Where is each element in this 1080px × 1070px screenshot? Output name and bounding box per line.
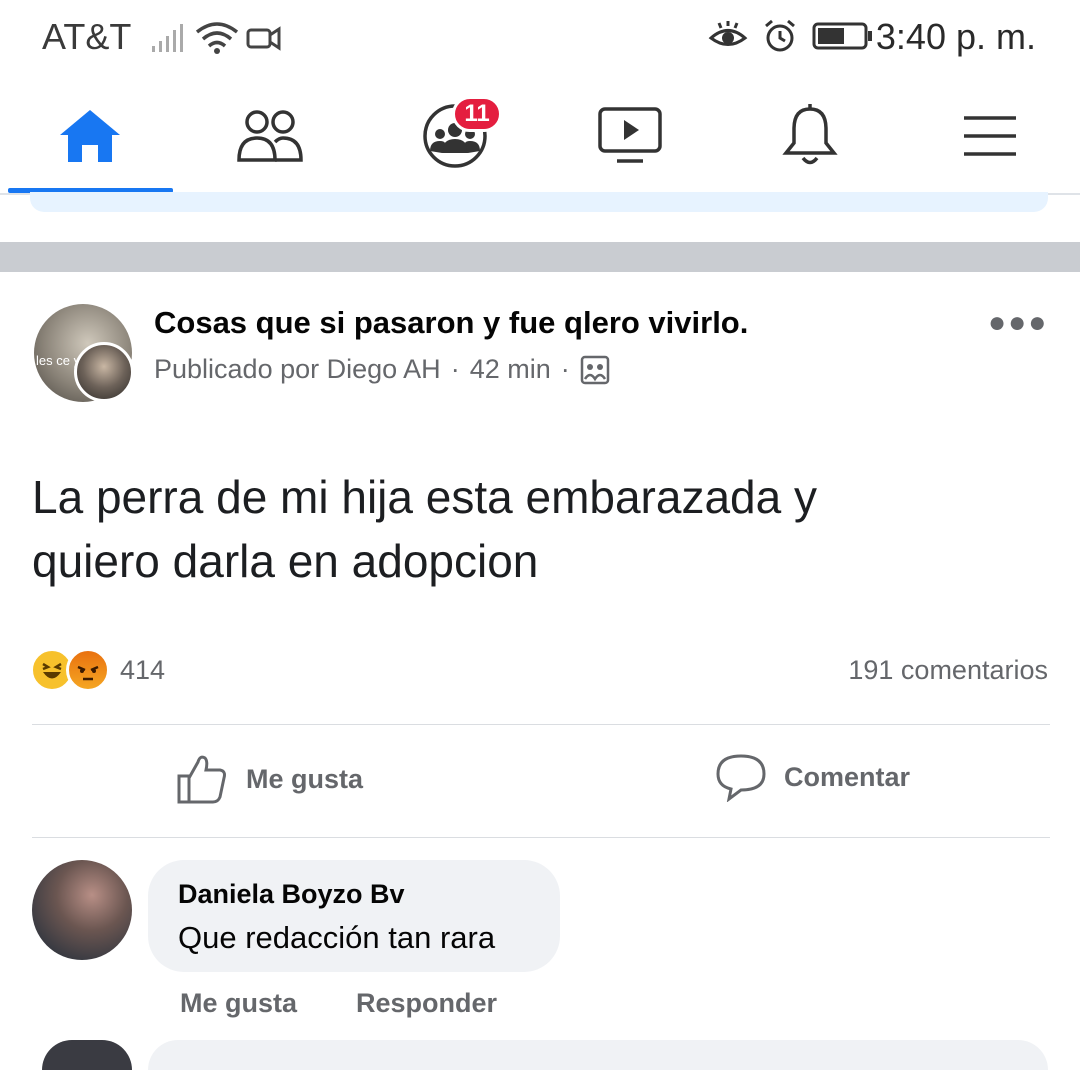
commenter-avatar[interactable] [32,860,132,960]
watch-icon [598,107,662,163]
status-icons-right [708,18,874,54]
next-commenter-avatar[interactable] [42,1040,132,1070]
comment-like-button[interactable]: Me gusta [180,988,297,1019]
wifi-icon [195,22,239,54]
thumbs-up-icon [177,755,226,804]
video-icon [246,26,281,51]
more-options-icon[interactable]: ●●● [988,306,1048,340]
post-text-line: La perra de mi hija esta embarazada y [32,471,817,523]
comment-author[interactable]: Daniela Boyzo Bv [178,879,405,910]
nav-watch[interactable] [545,86,715,186]
nav-home[interactable] [5,86,175,186]
alarm-icon [765,19,795,52]
author-avatar[interactable] [74,342,134,402]
eye-icon [708,21,748,46]
angry-reaction-icon [66,648,110,692]
comment-text: Que redacción tan rara [178,920,496,955]
post-text-line: quiero darla en adopcion [32,535,539,587]
divider [32,724,1050,725]
post-text: La perra de mi hija esta embarazada y qu… [32,465,1032,593]
comment-button[interactable]: Comentar [714,752,910,802]
status-icons-left [150,20,282,56]
friends-icon [237,110,303,162]
feed-separator [0,242,1080,272]
like-label: Me gusta [246,763,364,794]
meta-dot: · [450,354,460,384]
previous-card-edge [30,192,1048,212]
comment-icon [716,754,766,802]
menu-icon [964,116,1016,156]
signal-icon [152,24,183,52]
carrier-label: AT&T [42,16,132,57]
group-privacy-icon [580,355,609,384]
post-meta: Publicado por Diego AH · 42 min · [154,354,610,385]
like-button[interactable]: Me gusta [176,752,363,806]
group-name[interactable]: Cosas que si pasaron y fue qlero vivirlo… [154,305,748,341]
home-icon [60,110,120,162]
groups-badge: 11 [452,96,502,132]
clock: 3:40 p. m. [875,16,1036,57]
reaction-summary[interactable]: 414 [30,648,165,692]
battery-icon [812,22,872,50]
comment-label: Comentar [784,761,911,792]
nav-groups[interactable] [370,86,540,186]
post-time[interactable]: 42 min [470,354,551,385]
meta-dot: · [560,354,570,384]
reaction-count: 414 [120,654,166,685]
posted-by[interactable]: Publicado por Diego AH [154,354,441,385]
comment-reply-button[interactable]: Responder [356,988,497,1019]
bell-icon [782,104,838,165]
next-comment-bubble [148,1040,1048,1070]
comment-count[interactable]: 191 comentarios [848,655,1048,686]
top-nav: 11 [0,86,1080,195]
nav-friends[interactable] [185,86,355,186]
nav-notifications[interactable] [725,86,895,186]
nav-menu[interactable] [905,86,1075,186]
divider [32,837,1050,838]
